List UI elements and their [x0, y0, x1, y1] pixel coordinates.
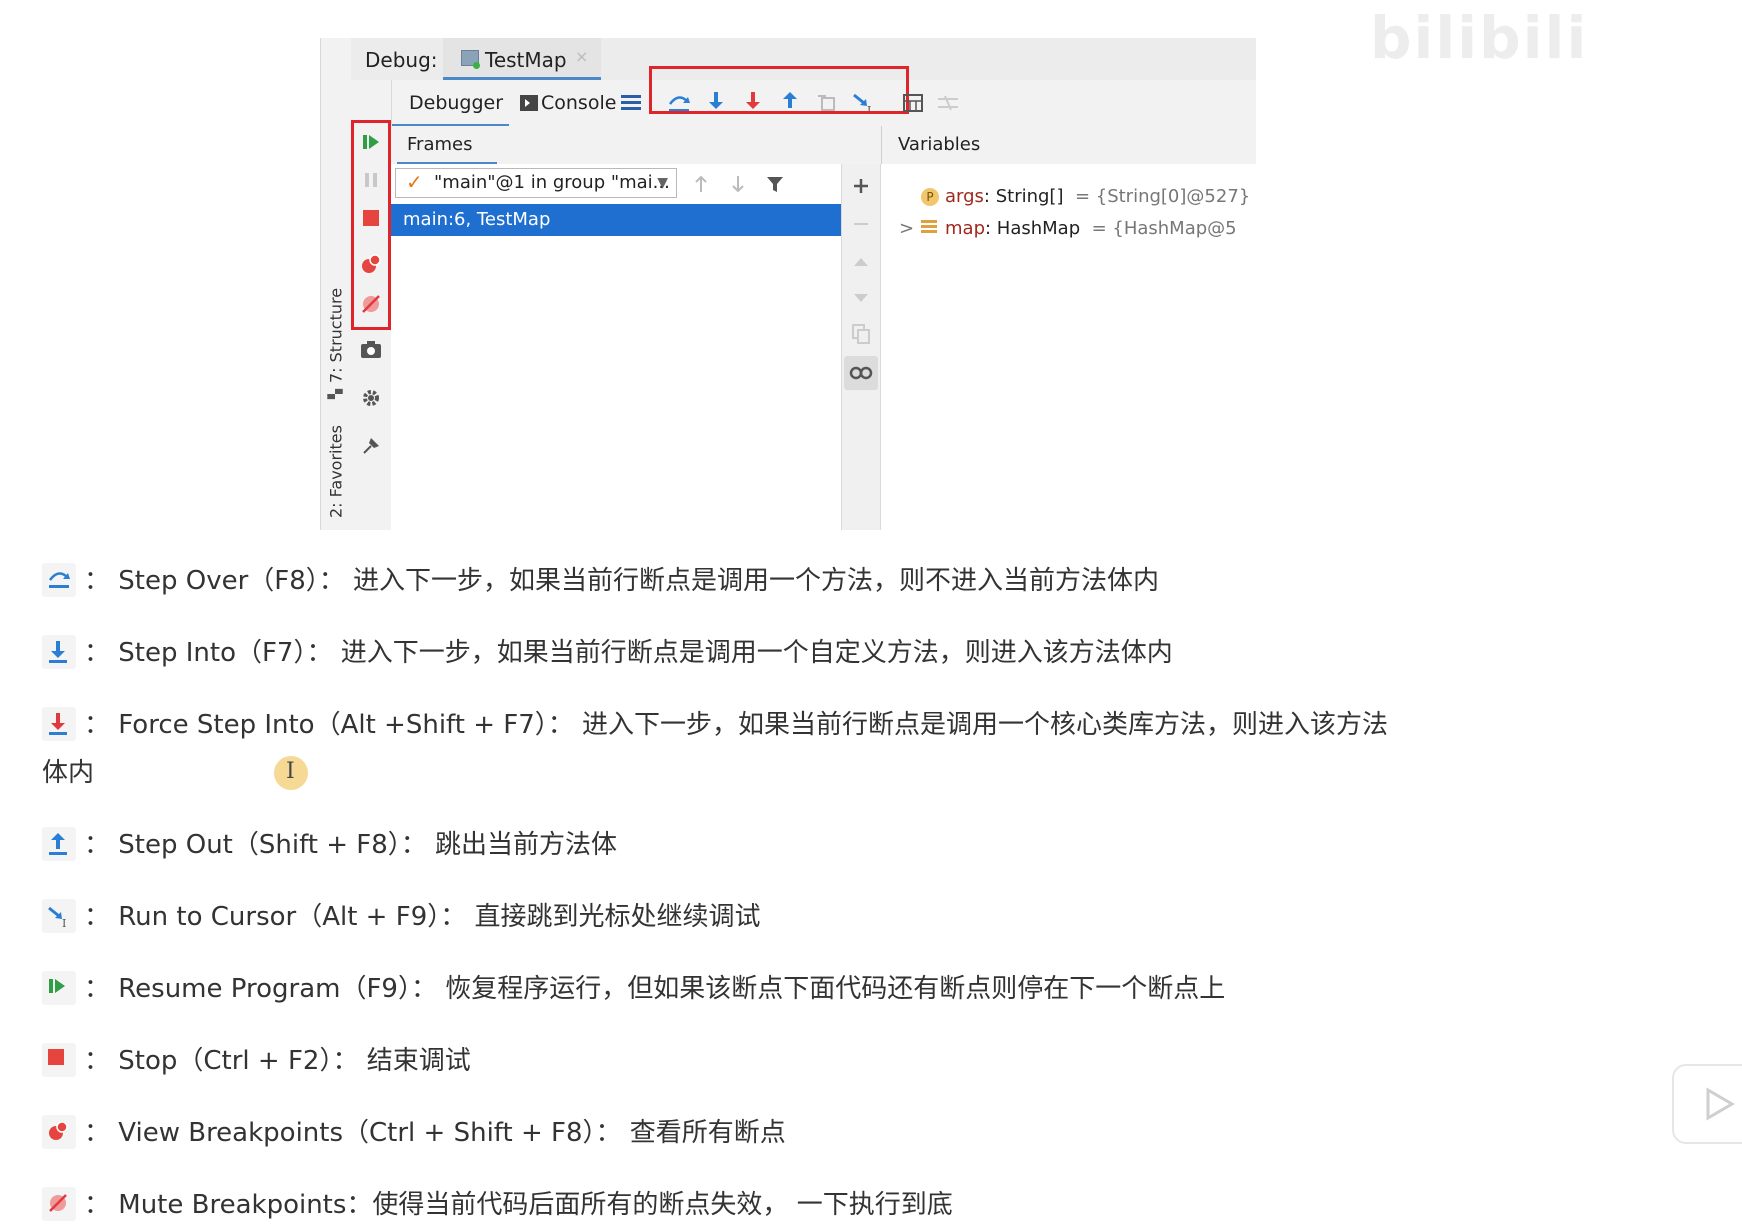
parameter-badge-icon: P: [921, 188, 939, 206]
list-item: ： Step Out（Shift + F8）： 跳出当前方法体: [42, 824, 617, 861]
debug-toolbar: Debugger Console I: [351, 66, 1256, 127]
variables-title: Variables: [898, 134, 981, 155]
variables-tab[interactable]: Variables: [881, 126, 1256, 165]
list-item-text: ： Mute Breakpoints：使得当前代码后面所有的断点失效， 一下执行…: [84, 1190, 953, 1220]
list-item-text: ： Step Into（F7）： 进入下一步，如果当前行断点是调用一个自定义方法…: [84, 638, 1173, 668]
play-icon: [1706, 1087, 1735, 1121]
variable-type: : HashMap: [985, 218, 1081, 239]
list-item-text: ： Stop（Ctrl + F2）： 结束调试: [84, 1046, 471, 1076]
svg-text:I: I: [62, 917, 66, 928]
checkmark-icon: ✓: [406, 170, 423, 194]
expand-arrow-icon[interactable]: >: [899, 218, 921, 239]
run-config-tab[interactable]: TestMap ×: [443, 38, 601, 80]
side-tab-structure-label: 7: Structure: [326, 287, 346, 383]
list-item: ： View Breakpoints（Ctrl + Shift + F8）： 查…: [42, 1112, 786, 1149]
move-up-icon[interactable]: [847, 248, 875, 276]
variable-type: : String[]: [983, 186, 1064, 207]
running-indicator-icon: [473, 62, 480, 69]
side-tab-favorites[interactable]: 2: Favorites: [323, 422, 349, 522]
list-item: ： Step Into（F7）： 进入下一步，如果当前行断点是调用一个自定义方法…: [42, 632, 1173, 669]
filter-icon[interactable]: [761, 170, 789, 198]
frames-panel: ✓ "main"@1 in group "mai... ▼ main:6, Te…: [391, 164, 841, 530]
frames-title: Frames: [407, 134, 473, 155]
variable-name: map: [945, 218, 985, 239]
next-frame-icon[interactable]: [724, 170, 752, 198]
variable-row[interactable]: > map: HashMap = {HashMap@5: [899, 218, 1237, 239]
variables-panel: Pargs: String[] = {String[0]@527} > map: …: [881, 164, 1256, 530]
run-to-cursor-icon: I: [42, 899, 76, 933]
list-item: I ： Run to Cursor（Alt + F9）： 直接跳到光标处继续调试: [42, 896, 761, 933]
list-item-text: ： Step Over（F8）： 进入下一步，如果当前行断点是调用一个方法，则不…: [84, 566, 1160, 596]
tab-console[interactable]: Console: [541, 88, 616, 118]
variable-value: = {HashMap@5: [1091, 218, 1237, 239]
move-down-icon[interactable]: [847, 284, 875, 312]
copy-icon[interactable]: [847, 320, 875, 348]
trace-stream-icon[interactable]: [934, 89, 962, 117]
variables-actions-bar: [841, 164, 881, 530]
debug-actions-bar: [351, 80, 392, 530]
list-item-continuation: 体内: [42, 758, 95, 788]
text-cursor-icon: I: [274, 756, 308, 790]
list-item: ： Stop（Ctrl + F2）： 结束调试: [42, 1040, 471, 1077]
variable-name: args: [945, 186, 984, 207]
side-tab-strip: ▚ 7: Structure 2: Favorites: [321, 38, 352, 530]
thread-selector[interactable]: ✓ "main"@1 in group "mai... ▼: [395, 168, 677, 198]
step-over-icon: [42, 563, 76, 597]
variable-row[interactable]: Pargs: String[] = {String[0]@527}: [899, 186, 1250, 207]
stop-icon: [42, 1043, 76, 1077]
close-tab-icon[interactable]: ×: [575, 47, 588, 66]
structure-icon: ▚: [328, 388, 344, 399]
mute-breakpoints-icon: [42, 1187, 76, 1221]
step-out-icon: [42, 827, 76, 861]
remove-watch-icon[interactable]: [847, 210, 875, 238]
side-tab-structure[interactable]: ▚ 7: Structure: [323, 268, 349, 418]
list-item-text: ： Force Step Into（Alt +Shift + F7）： 进入下一…: [84, 710, 1389, 740]
frames-tab[interactable]: Frames: [391, 126, 881, 165]
list-item: ： Step Over（F8）： 进入下一步，如果当前行断点是调用一个方法，则不…: [42, 560, 1159, 597]
list-item: ： Force Step Into（Alt +Shift + F7）： 进入下一…: [42, 704, 1388, 741]
list-item-text: ： Step Out（Shift + F8）： 跳出当前方法体: [84, 830, 618, 860]
show-watches-icon[interactable]: [844, 356, 878, 390]
debug-label: Debug:: [365, 48, 438, 72]
resume-program-icon: [42, 971, 76, 1005]
step-into-icon: [42, 635, 76, 669]
view-breakpoints-icon: [42, 1115, 76, 1149]
video-play-button[interactable]: [1672, 1064, 1742, 1144]
add-watch-icon[interactable]: [847, 172, 875, 200]
force-step-into-icon: [42, 707, 76, 741]
list-item-text: ： Resume Program（F9）： 恢复程序运行，但如果该断点下面代码还…: [84, 974, 1226, 1004]
list-item: ： Resume Program（F9）： 恢复程序运行，但如果该断点下面代码还…: [42, 968, 1225, 1005]
console-icon: [515, 89, 543, 117]
chevron-down-icon: ▼: [657, 175, 668, 191]
stepping-highlight-box: [649, 66, 909, 114]
tab-debugger[interactable]: Debugger: [409, 88, 503, 118]
previous-frame-icon[interactable]: [687, 170, 715, 198]
layout-menu-icon[interactable]: [617, 89, 645, 117]
run-config-tab-label: TestMap: [485, 48, 567, 72]
variable-value: = {String[0]@527}: [1074, 186, 1251, 207]
actions-highlight-box: [351, 120, 391, 330]
list-item-text: ： View Breakpoints（Ctrl + Shift + F8）： 查…: [84, 1118, 786, 1148]
pin-icon[interactable]: [357, 432, 385, 460]
evaluate-expression-icon[interactable]: [899, 89, 927, 117]
debug-tool-window: ▚ 7: Structure 2: Favorites Debug: TestM…: [320, 38, 1256, 530]
frame-row[interactable]: main:6, TestMap: [391, 204, 841, 236]
thread-selector-value: "main"@1 in group "mai...: [434, 172, 670, 193]
field-icon: [921, 220, 937, 234]
side-tab-favorites-label: 2: Favorites: [326, 425, 346, 519]
camera-icon[interactable]: [357, 335, 385, 363]
list-item: ： Mute Breakpoints：使得当前代码后面所有的断点失效， 一下执行…: [42, 1184, 953, 1221]
bilibili-watermark: bilibili: [1370, 4, 1589, 72]
list-item-text: ： Run to Cursor（Alt + F9）： 直接跳到光标处继续调试: [84, 902, 761, 932]
settings-gear-icon[interactable]: [357, 384, 385, 412]
